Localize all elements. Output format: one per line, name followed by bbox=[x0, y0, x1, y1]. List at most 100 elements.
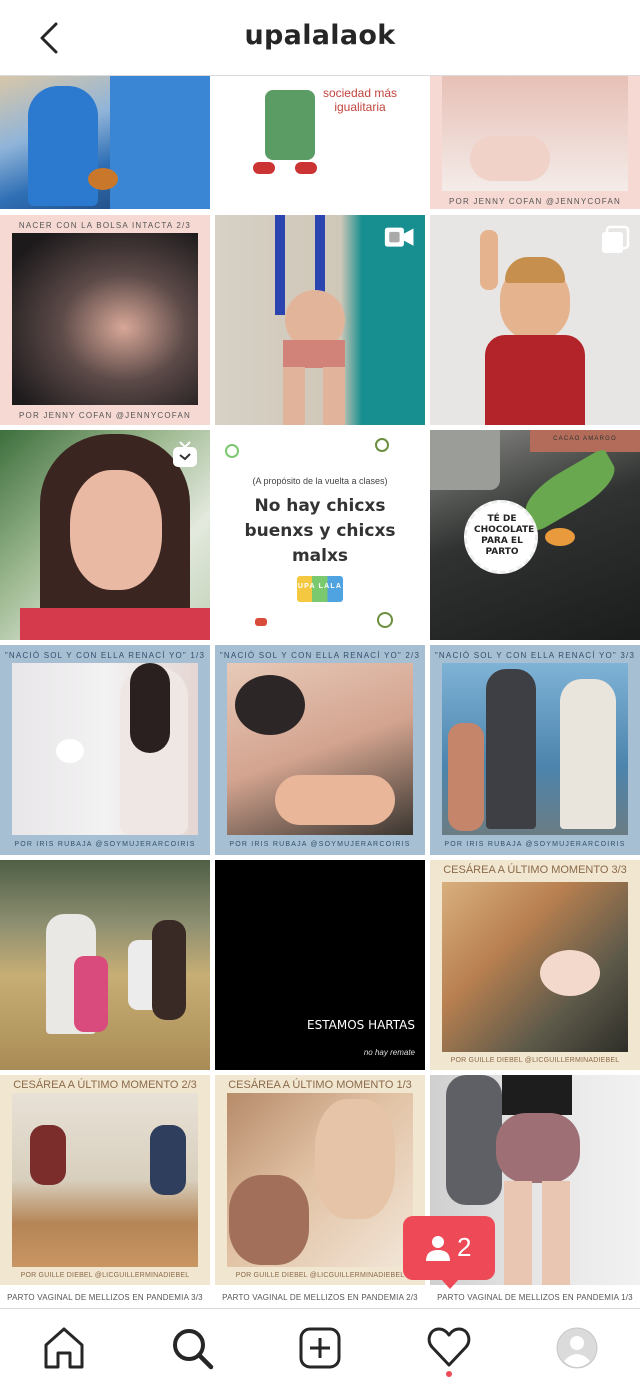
post-image bbox=[12, 233, 198, 405]
post-image bbox=[28, 86, 98, 206]
post-image bbox=[70, 470, 162, 590]
post-image bbox=[560, 679, 616, 829]
post-image bbox=[502, 1075, 572, 1115]
post-image bbox=[446, 1075, 502, 1205]
post-caption: NACER CON LA BOLSA INTACTA 2/3 bbox=[18, 221, 192, 230]
post-image bbox=[283, 340, 345, 368]
post-tile[interactable]: CESÁREA A ÚLTIMO MOMENTO 2/3 POR GUILLE … bbox=[0, 1075, 210, 1285]
post-caption: POR IRIS RUBAJA @SOYMUJERARCOIRIS bbox=[14, 841, 196, 848]
post-tile[interactable]: "NACIÓ SOL Y CON ELLA RENACÍ YO" 3/3 POR… bbox=[430, 645, 640, 855]
post-caption: POR JENNY COFAN @JENNYCOFAN bbox=[19, 411, 191, 420]
post-image bbox=[253, 162, 275, 174]
post-caption: CESÁREA A ÚLTIMO MOMENTO 1/3 bbox=[228, 1079, 412, 1091]
bottom-navigation bbox=[0, 1308, 640, 1386]
post-caption: "NACIÓ SOL Y CON ELLA RENACÍ YO" 2/3 bbox=[219, 651, 421, 660]
notification-count: 2 bbox=[457, 1232, 472, 1262]
post-tile[interactable]: PARTO VAGINAL DE MELLIZOS EN PANDEMIA 2/… bbox=[215, 1290, 425, 1308]
post-tile[interactable]: CESÁREA A ÚLTIMO MOMENTO 3/3 POR GUILLE … bbox=[430, 860, 640, 1070]
post-image bbox=[150, 1125, 186, 1195]
post-caption: POR JENNY COFAN @JENNYCOFAN bbox=[449, 197, 621, 206]
post-image bbox=[377, 612, 393, 628]
post-image bbox=[448, 723, 484, 831]
post-tile[interactable]: PARTO VAGINAL DE MELLIZOS EN PANDEMIA 1/… bbox=[430, 1290, 640, 1308]
post-tile[interactable]: NACER CON LA BOLSA INTACTA 2/3 POR JENNY… bbox=[0, 215, 210, 425]
post-caption: POR IRIS RUBAJA @SOYMUJERARCOIRIS bbox=[444, 841, 626, 848]
post-tile[interactable]: "NACIÓ SOL Y CON ELLA RENACÍ YO" 2/3 POR… bbox=[215, 645, 425, 855]
post-image bbox=[315, 1099, 395, 1219]
person-icon bbox=[426, 1236, 450, 1261]
post-image bbox=[56, 739, 84, 763]
post-caption: CESÁREA A ÚLTIMO MOMENTO 3/3 bbox=[443, 864, 627, 876]
page-title: upalalaok bbox=[244, 20, 396, 51]
post-caption: (A propósito de la vuelta a clases) bbox=[252, 476, 388, 486]
post-badge-text: TÉ DE CHOCOLATE PARA EL PARTO bbox=[474, 514, 535, 557]
post-headline: No hay chicxs buenxs y chicxs malxs bbox=[244, 496, 396, 566]
post-caption: PARTO VAGINAL DE MELLIZOS EN PANDEMIA 3/… bbox=[7, 1293, 203, 1302]
post-image bbox=[130, 663, 170, 753]
post-image bbox=[540, 950, 600, 996]
post-label: CACAO AMARGO bbox=[553, 436, 617, 442]
post-image bbox=[255, 618, 267, 626]
post-image bbox=[110, 76, 210, 209]
new-post-icon[interactable] bbox=[297, 1325, 343, 1371]
post-image bbox=[323, 367, 345, 425]
post-image bbox=[88, 168, 118, 190]
profile-header: upalalaok bbox=[0, 0, 640, 76]
post-image bbox=[74, 956, 108, 1032]
post-tile[interactable]: ESTAMOS HARTAS no hay remate bbox=[215, 860, 425, 1070]
profile-avatar-icon[interactable] bbox=[554, 1325, 600, 1371]
search-icon[interactable] bbox=[169, 1325, 215, 1371]
post-image bbox=[480, 230, 498, 290]
post-headline: ESTAMOS HARTAS bbox=[307, 1018, 415, 1032]
post-caption: CESÁREA A ÚLTIMO MOMENTO 2/3 bbox=[13, 1079, 197, 1091]
post-tile[interactable]: PARTO VAGINAL DE MELLIZOS EN PANDEMIA 3/… bbox=[0, 1290, 210, 1308]
post-image bbox=[470, 136, 550, 181]
video-icon bbox=[384, 227, 414, 247]
post-tile[interactable] bbox=[0, 76, 210, 209]
activity-heart-icon[interactable] bbox=[426, 1325, 472, 1371]
post-caption: "NACIÓ SOL Y CON ELLA RENACÍ YO" 1/3 bbox=[4, 651, 206, 660]
post-image bbox=[375, 438, 389, 452]
badge-pointer bbox=[441, 1279, 459, 1289]
post-caption: PARTO VAGINAL DE MELLIZOS EN PANDEMIA 2/… bbox=[222, 1293, 418, 1302]
post-image bbox=[496, 1113, 580, 1183]
post-image bbox=[152, 920, 186, 1020]
post-tile[interactable] bbox=[215, 215, 425, 425]
post-image bbox=[229, 1175, 309, 1265]
post-image bbox=[275, 215, 285, 315]
post-logo-text: UPA LALA bbox=[297, 583, 343, 590]
post-image bbox=[235, 675, 305, 735]
post-image bbox=[504, 1181, 532, 1285]
post-caption: POR GUILLE DIEBEL @LICGUILLERMINADIEBEL bbox=[20, 1272, 190, 1279]
post-caption: POR IRIS RUBAJA @SOYMUJERARCOIRIS bbox=[229, 841, 411, 848]
post-image bbox=[20, 608, 210, 640]
post-caption: sociedad más igualitaria bbox=[322, 86, 398, 114]
post-tile[interactable]: POR JENNY COFAN @JENNYCOFAN bbox=[430, 76, 640, 209]
post-image bbox=[283, 367, 305, 425]
post-image bbox=[430, 430, 500, 490]
post-caption: PARTO VAGINAL DE MELLIZOS EN PANDEMIA 1/… bbox=[437, 1293, 633, 1302]
post-tile[interactable] bbox=[430, 215, 640, 425]
post-tile[interactable]: CACAO AMARGO TÉ DE CHOCOLATE PARA EL PAR… bbox=[430, 430, 640, 640]
post-tile[interactable] bbox=[0, 430, 210, 640]
post-image bbox=[442, 882, 628, 1052]
follow-notification-badge[interactable]: 2 bbox=[403, 1216, 495, 1289]
notification-dot bbox=[446, 1371, 452, 1377]
post-caption: POR GUILLE DIEBEL @LICGUILLERMINADIEBEL bbox=[235, 1272, 405, 1279]
home-icon[interactable] bbox=[41, 1325, 87, 1371]
post-grid: sociedad más igualitaria POR JENNY COFAN… bbox=[0, 76, 640, 1308]
post-tile[interactable]: CESÁREA A ÚLTIMO MOMENTO 1/3 POR GUILLE … bbox=[215, 1075, 425, 1285]
post-caption: no hay remate bbox=[363, 1048, 415, 1057]
post-tile[interactable]: sociedad más igualitaria bbox=[215, 76, 425, 209]
post-image bbox=[485, 335, 585, 425]
post-tile[interactable] bbox=[0, 860, 210, 1070]
post-tile[interactable]: (A propósito de la vuelta a clases) No h… bbox=[215, 430, 425, 640]
post-image bbox=[505, 257, 565, 283]
post-image bbox=[542, 1181, 570, 1285]
post-caption: "NACIÓ SOL Y CON ELLA RENACÍ YO" 3/3 bbox=[434, 651, 636, 660]
post-image bbox=[30, 1125, 66, 1185]
post-image bbox=[545, 528, 575, 546]
post-tile[interactable]: "NACIÓ SOL Y CON ELLA RENACÍ YO" 1/3 POR… bbox=[0, 645, 210, 855]
post-image bbox=[486, 669, 536, 829]
carousel-icon bbox=[602, 225, 630, 253]
